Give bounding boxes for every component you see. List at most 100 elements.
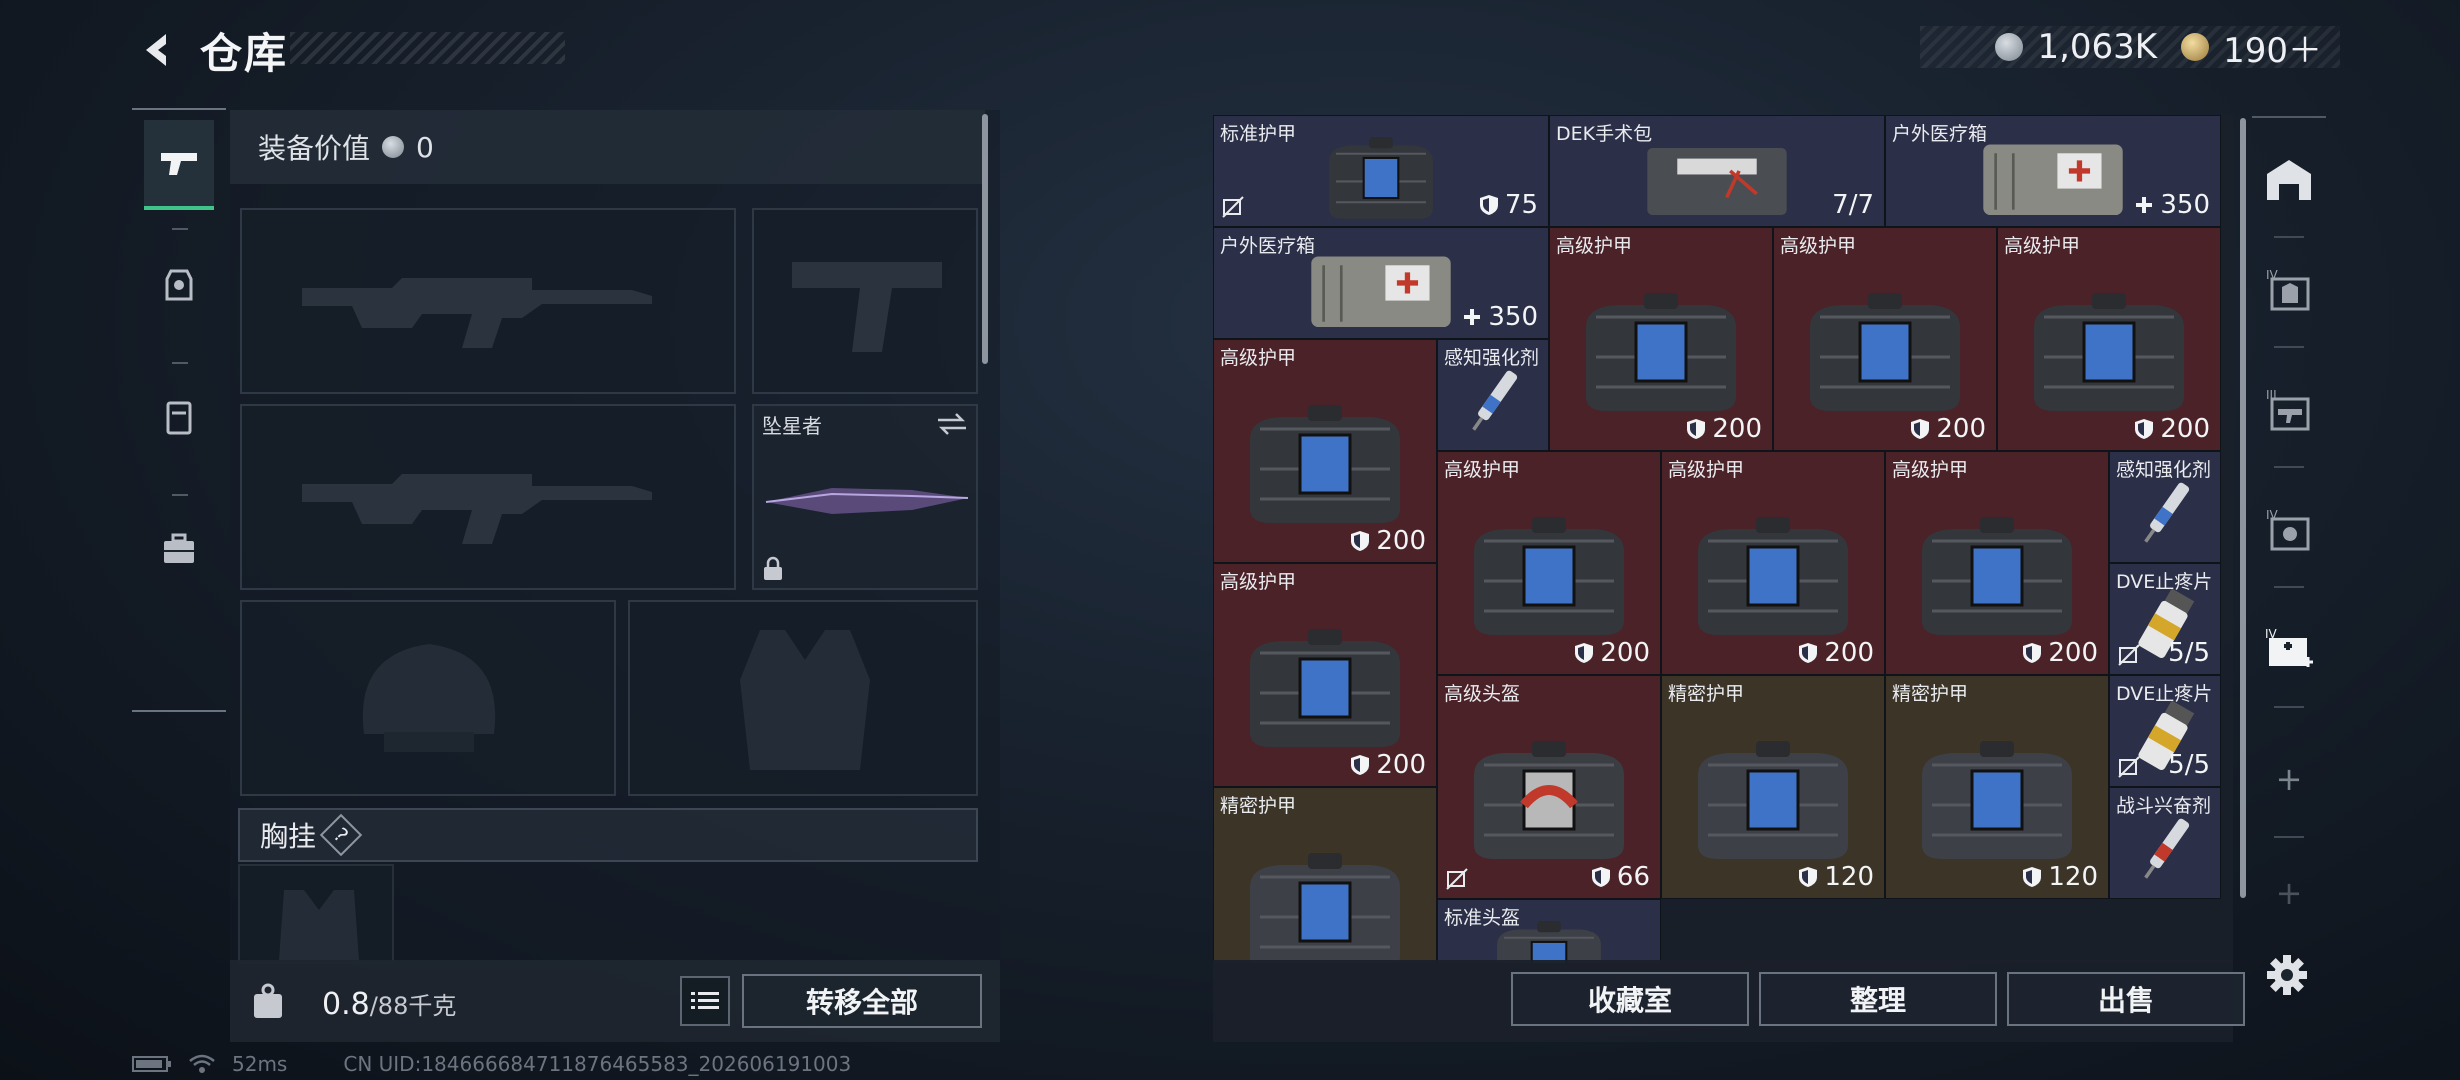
shield-icon bbox=[1351, 531, 1370, 551]
stash-item[interactable]: 户外医疗箱 350 bbox=[1885, 115, 2221, 227]
stash-item[interactable]: 感知强化剂 bbox=[2109, 451, 2221, 563]
item-name: 高级护甲 bbox=[1780, 235, 1857, 257]
collection-button[interactable]: 收藏室 bbox=[1511, 972, 1749, 1026]
armor-icon bbox=[1698, 517, 1848, 636]
sell-button[interactable]: 出售 bbox=[2007, 972, 2245, 1026]
back-arrow-icon bbox=[146, 34, 166, 66]
add-stash-tab-button-2[interactable]: + bbox=[2258, 862, 2320, 924]
stash-item[interactable]: 高级护甲 200 bbox=[1885, 451, 2109, 675]
gold-currency-value[interactable]: 190＋ bbox=[2223, 23, 2322, 72]
stash-item[interactable]: 高级护甲 200 bbox=[1549, 227, 1773, 451]
shield-icon bbox=[1799, 867, 1818, 887]
back-button[interactable] bbox=[128, 22, 188, 78]
stash-item[interactable]: DVE止疼片 5/5 bbox=[2109, 563, 2221, 675]
help-icon[interactable]: ? bbox=[319, 813, 363, 857]
armor-icon bbox=[1329, 136, 1433, 219]
no-insurance-icon bbox=[1446, 868, 1468, 890]
item-name: DVE止疼片 bbox=[2116, 571, 2213, 593]
list-view-button[interactable] bbox=[680, 976, 730, 1026]
item-value-text: 200 bbox=[1376, 750, 1426, 780]
item-name: 感知强化剂 bbox=[2116, 459, 2212, 481]
item-name: 高级头盔 bbox=[1444, 683, 1521, 705]
stash-item[interactable]: 感知强化剂 bbox=[1437, 339, 1549, 451]
stash-item[interactable]: 精密护甲 120 bbox=[1885, 675, 2109, 899]
item-value: 200 bbox=[1574, 638, 1650, 668]
item-name: 精密护甲 bbox=[1668, 683, 1745, 705]
stash-item[interactable]: DEK手术包 7/7 bbox=[1549, 115, 1885, 227]
item-name: DEK手术包 bbox=[1556, 123, 1653, 145]
equip-value-header: 装备价值 0 bbox=[230, 110, 985, 184]
stash-item[interactable]: 精密护甲 120 bbox=[1661, 675, 1885, 899]
stash-item[interactable]: 高级护甲 200 bbox=[1773, 227, 1997, 451]
sort-button[interactable]: 整理 bbox=[1759, 972, 1997, 1026]
stash-item[interactable]: 高级护甲 200 bbox=[1213, 563, 1437, 787]
armor-icon bbox=[1922, 517, 2072, 636]
pistol-icon bbox=[161, 153, 197, 175]
armor-icon bbox=[1586, 293, 1736, 412]
stash-item[interactable]: 标准护甲 75 bbox=[1213, 115, 1549, 227]
loadout-footer: 0.8/88千克 转移全部 bbox=[230, 960, 1000, 1042]
stash-item[interactable]: 户外医疗箱 350 bbox=[1213, 227, 1549, 339]
secondary-weapon-slot[interactable] bbox=[240, 404, 736, 590]
stash-footer: 收藏室 整理 出售 bbox=[1213, 960, 2245, 1042]
item-value-text: 7/7 bbox=[1832, 190, 1874, 220]
tab-stash-gear[interactable]: IV bbox=[2258, 498, 2320, 560]
tab-stash-armor[interactable]: IV bbox=[2258, 258, 2320, 320]
briefcase-icon bbox=[164, 533, 194, 563]
tab-armor[interactable] bbox=[144, 240, 214, 330]
stash-item[interactable]: 标准头盔 bbox=[1437, 899, 1661, 963]
page-title: 仓库 bbox=[200, 29, 289, 78]
stash-item[interactable]: 战斗兴奋剂 bbox=[2109, 787, 2221, 899]
weight-icon[interactable] bbox=[248, 982, 288, 1022]
stash-item[interactable]: 精密护甲 bbox=[1213, 787, 1437, 963]
loadout-scrollbar[interactable] bbox=[982, 114, 988, 364]
shield-icon bbox=[1687, 419, 1706, 439]
item-value: 200 bbox=[2022, 638, 2098, 668]
tab-weapons[interactable] bbox=[144, 120, 214, 210]
armor-icon bbox=[1810, 293, 1960, 412]
melee-slot[interactable]: 坠星者 bbox=[752, 404, 978, 590]
item-name: 户外医疗箱 bbox=[1220, 235, 1316, 257]
tab-stash-weapons[interactable]: III bbox=[2258, 378, 2320, 440]
armor-icon bbox=[1474, 517, 1624, 636]
shield-icon bbox=[1591, 867, 1610, 887]
stash-item[interactable]: 高级护甲 200 bbox=[1661, 451, 1885, 675]
item-value: 200 bbox=[2134, 414, 2210, 444]
weight-capacity: /88千克 bbox=[369, 992, 457, 1020]
shield-icon bbox=[1479, 195, 1498, 215]
tab-case[interactable] bbox=[144, 504, 214, 594]
item-value: 75 bbox=[1479, 190, 1538, 220]
body-armor-slot[interactable] bbox=[628, 600, 978, 796]
item-value-text: 350 bbox=[1488, 302, 1538, 332]
helmet-slot[interactable] bbox=[240, 600, 616, 796]
sidearm-slot[interactable] bbox=[752, 208, 978, 394]
equip-value-label: 装备价值 bbox=[258, 132, 371, 165]
rifle-silhouette-icon bbox=[302, 278, 652, 348]
melee-name: 坠星者 bbox=[762, 414, 822, 438]
tab-backpack[interactable] bbox=[144, 372, 214, 462]
helmet-silhouette-icon bbox=[362, 644, 496, 752]
item-name: 高级护甲 bbox=[1220, 347, 1297, 369]
primary-weapon-slot[interactable] bbox=[240, 208, 736, 394]
settings-button[interactable] bbox=[2262, 950, 2312, 1000]
stash-item[interactable]: DVE止疼片 5/5 bbox=[2109, 675, 2221, 787]
item-value-text: 200 bbox=[2160, 414, 2210, 444]
stash-item[interactable]: 高级护甲 200 bbox=[1213, 339, 1437, 563]
chest-rig-slot[interactable] bbox=[238, 864, 394, 964]
tab-stash-medical[interactable]: IV bbox=[2258, 618, 2320, 680]
stash-item[interactable]: 高级头盔 66 bbox=[1437, 675, 1661, 899]
stash-grid: 标准护甲 75 DEK手术包 7/7 户外医疗箱 350 户外医疗箱 350 高级… bbox=[1213, 115, 2233, 963]
medical-box-icon bbox=[1311, 256, 1451, 327]
add-stash-tab-button[interactable]: + bbox=[2258, 748, 2320, 810]
stash-scrollbar[interactable] bbox=[2240, 118, 2246, 898]
item-value-text: 66 bbox=[1616, 862, 1650, 892]
chest-rig-label: 胸挂 bbox=[260, 820, 317, 853]
tab-stash-all[interactable] bbox=[2258, 148, 2320, 210]
item-value: 200 bbox=[1350, 750, 1426, 780]
warehouse-icon bbox=[2267, 160, 2311, 200]
stash-item[interactable]: 高级护甲 200 bbox=[1437, 451, 1661, 675]
stash-item[interactable]: 高级护甲 200 bbox=[1997, 227, 2221, 451]
swap-icon[interactable] bbox=[936, 412, 968, 436]
medical-box-icon bbox=[1983, 144, 2123, 215]
transfer-all-button[interactable]: 转移全部 bbox=[742, 974, 982, 1028]
